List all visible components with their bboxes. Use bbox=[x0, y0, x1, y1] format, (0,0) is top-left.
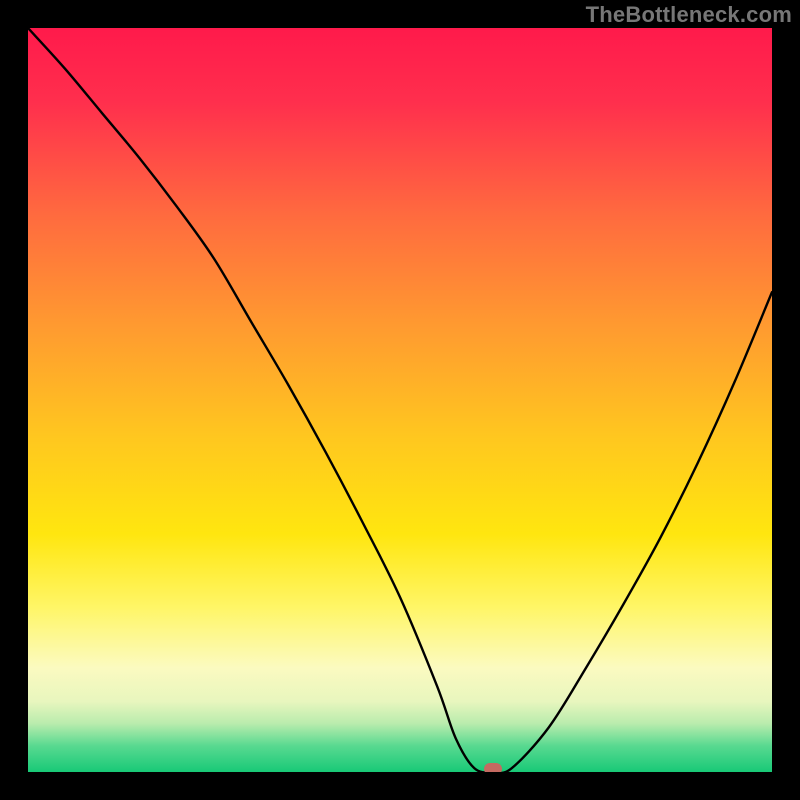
plot-area bbox=[28, 28, 772, 772]
watermark-text: TheBottleneck.com bbox=[586, 2, 792, 28]
optimal-point-marker bbox=[484, 763, 502, 772]
chart-frame: TheBottleneck.com bbox=[0, 0, 800, 800]
bottleneck-curve bbox=[28, 28, 772, 772]
